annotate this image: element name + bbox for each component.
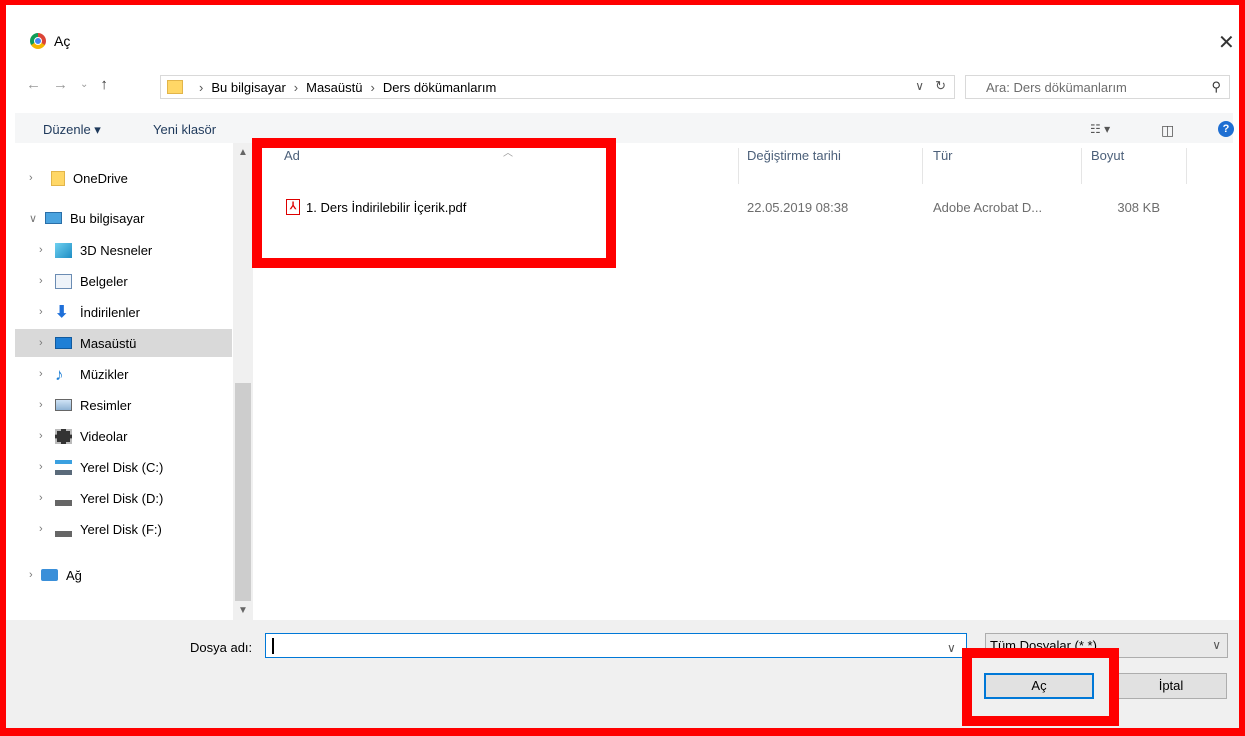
sidebar-item-pictures[interactable]: › Resimler [15,391,232,419]
up-arrow-icon[interactable]: ↑ [100,76,108,93]
cancel-button[interactable]: İptal [1115,673,1227,699]
folder-icon [167,80,183,94]
preview-pane-icon[interactable]: ◫ [1161,122,1174,139]
documents-icon [55,273,72,289]
scrollbar-thumb[interactable] [235,383,251,601]
command-toolbar: Düzenle ▾ Yeni klasör ☷ ▾ ◫ ? [15,113,1234,143]
drive-icon [55,490,72,506]
file-size: 308 KB [1117,200,1160,215]
scroll-up-icon[interactable]: ▲ [238,147,248,158]
filename-label: Dosya adı: [190,640,253,655]
help-icon[interactable]: ? [1218,121,1234,137]
window-title-bar: Aç [30,33,70,49]
close-icon[interactable]: ✕ [1218,30,1235,55]
chevron-down-icon[interactable]: ∨ [29,212,41,225]
forward-arrow-icon[interactable]: → [53,76,68,93]
column-divider[interactable] [922,148,923,184]
chevron-right-icon[interactable]: › [39,461,51,473]
cube-icon [55,242,72,258]
chevron-right-icon[interactable]: › [39,523,51,535]
chevron-right-icon[interactable]: › [39,275,51,287]
breadcrumb-current[interactable]: Ders dökümanlarım [383,80,496,95]
search-placeholder: Ara: Ders dökümanlarım [986,80,1127,95]
desktop-icon [55,337,72,349]
text-caret [272,638,274,654]
chevron-right-icon[interactable]: › [294,80,298,95]
breadcrumb-desktop[interactable]: Masaüstü [306,80,362,95]
open-button[interactable]: Aç [984,673,1094,699]
sidebar-item-music[interactable]: › ♪ Müzikler [15,360,232,388]
navigation-buttons: ← → ⌄ ↑ [26,76,108,93]
sidebar-item-this-pc[interactable]: ∨ Bu bilgisayar [15,204,232,232]
view-options-icon[interactable]: ☷ ▾ [1090,122,1110,136]
chevron-right-icon[interactable]: › [199,80,203,95]
drive-icon [55,459,72,475]
chevron-right-icon[interactable]: › [39,399,51,411]
chevron-down-icon[interactable]: ∨ [915,79,924,93]
chrome-icon [30,33,46,49]
chevron-right-icon[interactable]: › [39,244,51,256]
drive-icon [55,521,72,537]
sidebar-item-drive-c[interactable]: › Yerel Disk (C:) [15,453,232,481]
sidebar-item-3d-objects[interactable]: › 3D Nesneler [15,236,232,264]
sidebar-item-videos[interactable]: › Videolar [15,422,232,450]
music-icon: ♪ [55,364,64,384]
chevron-right-icon[interactable]: › [39,368,51,380]
back-arrow-icon[interactable]: ← [26,76,41,93]
pdf-file-icon: ⅄ [286,199,300,215]
sidebar-item-drive-f[interactable]: › Yerel Disk (F:) [15,515,232,543]
new-folder-button[interactable]: Yeni klasör [153,122,216,137]
chevron-right-icon[interactable]: › [39,430,51,442]
sort-ascending-icon: ︿ [503,148,513,159]
sidebar-item-downloads[interactable]: › ⬇ İndirilenler [15,298,232,326]
organize-button[interactable]: Düzenle ▾ [43,122,101,138]
file-row[interactable]: ⅄ 1. Ders İndirilebilir İçerik.pdf 22.05… [283,197,1183,219]
download-icon: ⬇ [55,303,69,321]
column-header-type[interactable]: Tür [933,148,953,186]
column-header-size[interactable]: Boyut [1091,148,1124,186]
sidebar-item-network[interactable]: › Ağ [15,561,232,589]
sidebar-item-drive-d[interactable]: › Yerel Disk (D:) [15,484,232,512]
column-header-name[interactable]: Ad [284,148,300,186]
sidebar-scrollbar[interactable]: ▲ ▼ [233,143,253,620]
search-box[interactable]: Ara: Ders dökümanlarım ⚲ [965,75,1230,99]
sidebar-item-desktop[interactable]: › Masaüstü [15,329,232,357]
file-name: 1. Ders İndirilebilir İçerik.pdf [306,200,467,215]
recent-chevron-icon[interactable]: ⌄ [80,79,88,90]
chevron-down-icon[interactable]: ∨ [1212,638,1221,652]
chevron-right-icon[interactable]: › [39,337,51,349]
video-icon [55,428,72,444]
file-type-select[interactable]: Tüm Dosyalar (*.*) ∨ [985,633,1228,658]
computer-icon [45,212,62,224]
scroll-down-icon[interactable]: ▼ [238,605,248,616]
navigation-pane: › OneDrive ∨ Bu bilgisayar › 3D Nesneler… [15,143,233,601]
sidebar-item-onedrive[interactable]: › OneDrive [15,164,232,192]
column-divider[interactable] [738,148,739,184]
refresh-icon[interactable]: ↻ [935,78,946,94]
chevron-right-icon[interactable]: › [39,306,51,318]
address-bar[interactable]: › Bu bilgisayar › Masaüstü › Ders döküma… [160,75,955,99]
filename-input[interactable] [265,633,967,658]
column-header-date[interactable]: Değiştirme tarihi [747,148,841,186]
sidebar-item-documents[interactable]: › Belgeler [15,267,232,295]
network-icon [41,569,58,581]
chevron-right-icon[interactable]: › [371,80,375,95]
file-date: 22.05.2019 08:38 [747,200,849,215]
chevron-right-icon[interactable]: › [29,569,41,581]
pictures-icon [55,399,72,411]
breadcrumb-this-pc[interactable]: Bu bilgisayar [211,80,285,95]
chevron-right-icon[interactable]: › [39,492,51,504]
filename-dropdown-icon[interactable]: ∨ [947,641,956,655]
column-divider[interactable] [1186,148,1187,184]
column-divider[interactable] [1081,148,1082,184]
file-type-value: Tüm Dosyalar (*.*) [990,638,1097,653]
chevron-right-icon[interactable]: › [29,172,41,184]
window-title: Aç [54,33,71,49]
folder-icon [51,170,65,186]
file-type: Adobe Acrobat D... [933,200,1043,215]
search-icon[interactable]: ⚲ [1211,79,1221,95]
